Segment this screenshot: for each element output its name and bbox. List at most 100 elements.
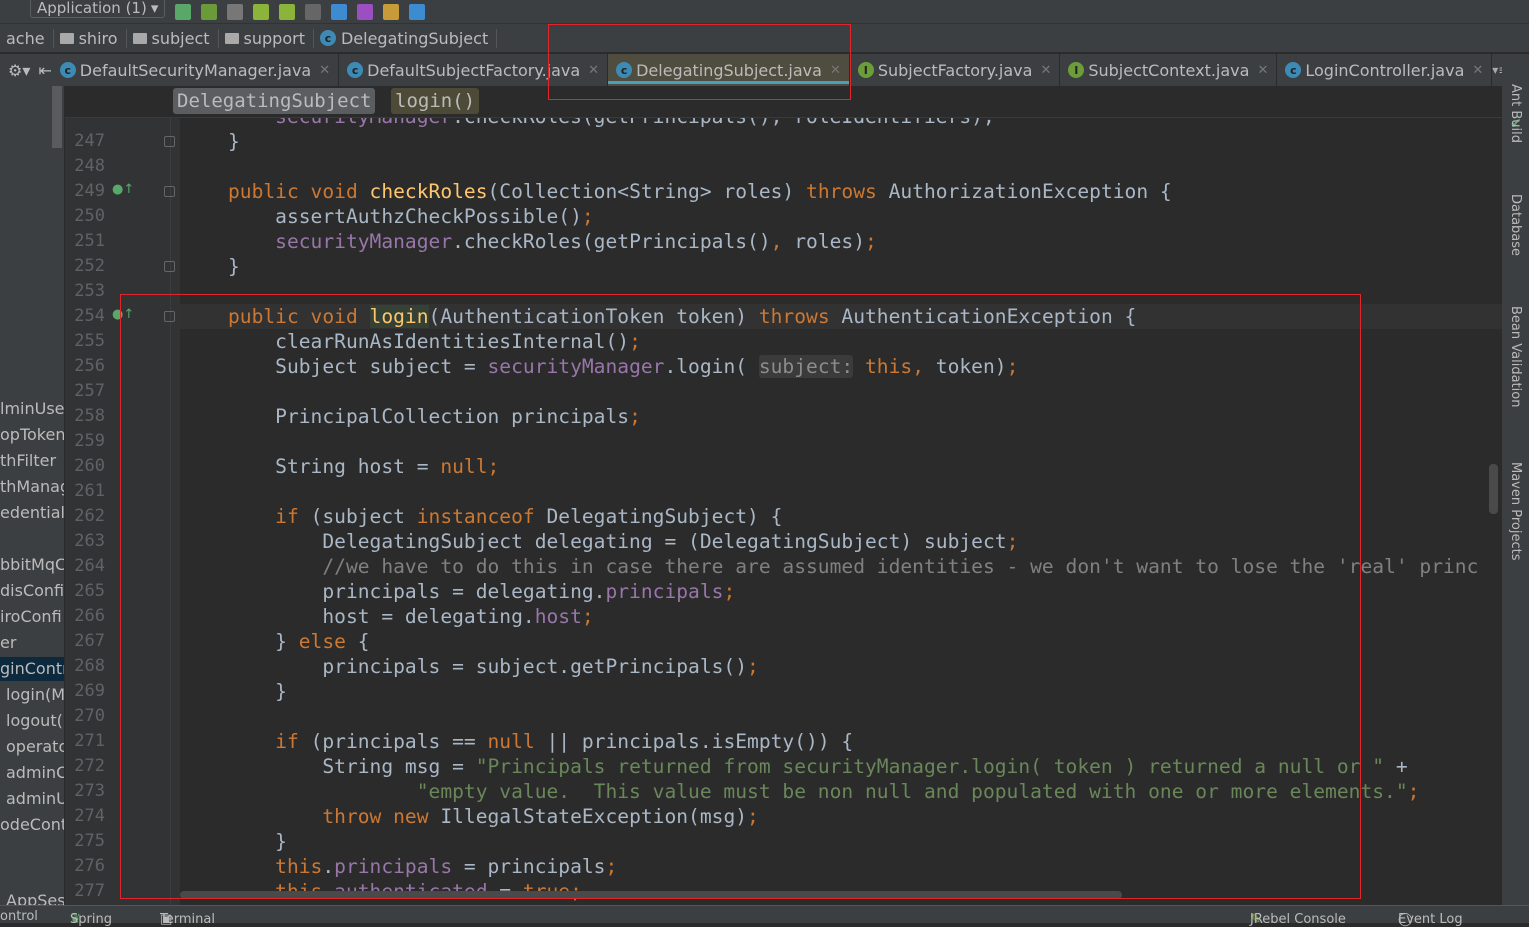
code-line: securityManager.checkRoles(getPrincipals…	[181, 229, 877, 254]
breadcrumb-item[interactable]: support	[219, 28, 314, 48]
code-line: public void checkRoles(Collection<String…	[181, 179, 1172, 204]
collapse-icon[interactable]: ⇤	[38, 61, 51, 80]
jrebel-debug-icon[interactable]	[279, 3, 296, 20]
close-icon[interactable]: ✕	[319, 63, 330, 78]
structure-item[interactable]: bbitMqC	[0, 553, 64, 577]
structure-item[interactable]: disConfi	[0, 579, 64, 603]
fold-icon[interactable]	[164, 186, 175, 197]
structure-item[interactable]: opTokenF	[0, 423, 64, 447]
breadcrumb-item[interactable]: subject	[127, 28, 219, 48]
tab-label: LoginController.java	[1305, 60, 1465, 80]
code-token: ,	[770, 230, 795, 253]
code-token: }	[180, 255, 240, 278]
stop-icon[interactable]	[305, 3, 322, 20]
run-configuration-select[interactable]: Application (1) ▾	[30, 0, 166, 18]
line-number: 255	[74, 331, 105, 351]
code-line: }	[181, 254, 240, 279]
vertical-scrollbar[interactable]	[1489, 464, 1498, 514]
code-token: securityManager	[180, 230, 453, 253]
close-icon[interactable]: ✕	[1040, 63, 1051, 78]
tool-ant-build[interactable]: Ant Build	[1508, 84, 1523, 143]
code-token: ;	[1407, 780, 1420, 803]
structure-item[interactable]: logout(	[0, 709, 64, 733]
structure-item[interactable]: adminC	[0, 761, 64, 785]
line-number: 276	[74, 856, 105, 876]
line-number: 269	[74, 681, 105, 701]
fold-icon[interactable]	[164, 261, 175, 272]
structure-item[interactable]: iroConfi	[0, 605, 64, 629]
tab-subjectcontext[interactable]: I SubjectContext.java ✕	[1060, 54, 1278, 86]
sidebar-scrollbar[interactable]	[52, 86, 62, 148]
gear-icon[interactable]: ⚙▾	[8, 61, 30, 80]
breadcrumb-item[interactable]: ache	[0, 28, 54, 48]
status-version-control[interactable]: ontrol	[0, 909, 38, 924]
line-number: 270	[74, 706, 105, 726]
breadcrumb-item[interactable]: shiro	[54, 28, 127, 48]
line-number: 257	[74, 381, 105, 401]
structure-item[interactable]: odeCont	[0, 813, 64, 837]
structure-item[interactable]: ginContr	[0, 657, 64, 681]
undo-icon[interactable]	[357, 3, 374, 20]
tab-label: DefaultSecurityManager.java	[79, 60, 312, 80]
code-token: ;	[581, 205, 594, 228]
class-icon: c	[1285, 62, 1302, 78]
breadcrumb-class[interactable]: DelegatingSubject	[173, 88, 376, 114]
tool-bean-validation[interactable]: Bean Validation	[1508, 306, 1523, 407]
interface-icon: I	[1068, 62, 1085, 78]
settings-icon[interactable]	[383, 3, 400, 20]
structure-item[interactable]: operato	[0, 735, 64, 759]
folder-icon	[59, 32, 74, 44]
line-number: 247	[74, 131, 105, 151]
tool-database[interactable]: Database	[1508, 194, 1523, 256]
structure-item[interactable]: thManag	[0, 475, 64, 499]
help-icon[interactable]	[409, 3, 426, 20]
close-icon[interactable]: ✕	[1472, 63, 1483, 78]
tab-subjectfactory[interactable]: I SubjectFactory.java ✕	[850, 54, 1061, 86]
line-number: 258	[74, 406, 105, 426]
structure-item[interactable]: login(M	[0, 683, 64, 707]
line-number: 260	[74, 456, 105, 476]
close-icon[interactable]: ✕	[1257, 63, 1268, 78]
code-token: roles)	[794, 230, 866, 253]
project-structure-panel: lminUseropTokenFthFilterthManagedentials…	[0, 86, 64, 905]
run-icon[interactable]	[175, 3, 192, 20]
vcs-update-icon[interactable]	[331, 3, 348, 20]
structure-item[interactable]: adminU	[0, 787, 64, 811]
code-token: checkRoles	[369, 180, 488, 203]
structure-item[interactable]: thFilter	[0, 449, 64, 473]
code-line: }	[181, 129, 240, 154]
override-icon[interactable]: ●↑	[112, 182, 134, 197]
debug-icon[interactable]	[201, 3, 218, 20]
line-number: 265	[74, 581, 105, 601]
tab-logincontroller[interactable]: c LoginController.java ✕	[1277, 54, 1493, 86]
line-number: 256	[74, 356, 105, 376]
line-number: 253	[74, 281, 105, 301]
line-number: 251	[74, 231, 105, 251]
breadcrumb-method[interactable]: login()	[391, 88, 480, 114]
tab-defaultsecuritymanager[interactable]: c DefaultSecurityManager.java ✕	[52, 54, 340, 86]
jrebel-run-icon[interactable]	[253, 3, 270, 20]
code-token: .checkRoles(getPrincipals()	[452, 230, 771, 253]
line-number: 261	[74, 481, 105, 501]
code-line: assertAuthzCheckPossible();	[181, 204, 594, 229]
line-number: 250	[74, 206, 105, 226]
class-icon: c	[319, 30, 336, 46]
main-toolbar: Application (1) ▾	[0, 0, 1529, 24]
folder-icon	[224, 32, 239, 44]
code-token: +	[1384, 755, 1408, 778]
coverage-icon[interactable]	[227, 3, 244, 20]
line-number: 248	[74, 156, 105, 176]
breadcrumb-item[interactable]: c DelegatingSubject	[314, 28, 498, 48]
line-number: 262	[74, 506, 105, 526]
line-number: 266	[74, 606, 105, 626]
structure-item[interactable]: er	[0, 631, 64, 655]
line-number: 268	[74, 656, 105, 676]
line-number: 254	[74, 306, 105, 326]
structure-item[interactable]: AppSes	[0, 889, 64, 905]
structure-item[interactable]: lminUser	[0, 397, 64, 421]
structure-item[interactable]: edentials	[0, 501, 64, 525]
tab-label: SubjectFactory.java	[877, 60, 1033, 80]
tool-maven-projects[interactable]: Maven Projects	[1508, 462, 1523, 561]
code-token: }	[180, 130, 240, 153]
fold-icon[interactable]	[164, 136, 175, 147]
